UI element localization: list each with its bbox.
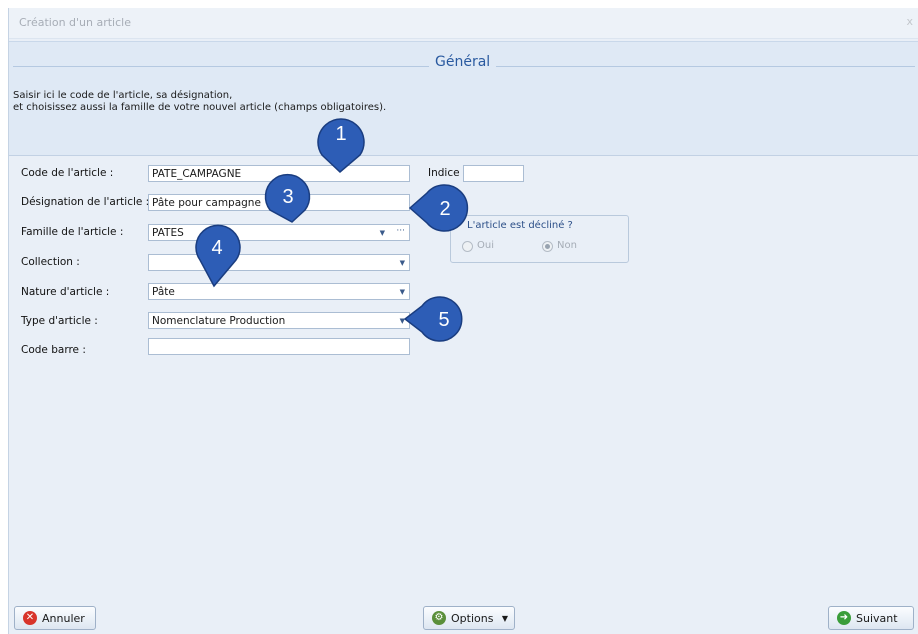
chevron-down-icon[interactable]: ▼ — [380, 229, 385, 237]
options-icon: ⚙ — [432, 611, 446, 625]
next-button[interactable]: ➜ Suivant — [828, 606, 914, 630]
nature-label: Nature d'article : — [21, 286, 110, 298]
nature-select[interactable]: Pâte ▼ — [148, 283, 410, 300]
designation-field[interactable]: Pâte pour campagne — [148, 194, 410, 211]
next-label: Suivant — [856, 612, 898, 625]
codebarre-label: Code barre : — [21, 344, 86, 356]
declinaison-group: L'article est décliné ? Oui Non — [450, 215, 629, 263]
oui-label: Oui — [477, 240, 494, 251]
options-label: Options — [451, 612, 494, 625]
famille-label: Famille de l'article : — [21, 226, 124, 238]
description-line-1: Saisir ici le code de l'article, sa dési… — [13, 90, 233, 101]
chevron-down-icon[interactable]: ▼ — [400, 259, 405, 267]
section-title: Général — [429, 54, 497, 70]
arrow-right-icon: ➜ — [837, 611, 851, 625]
collection-select[interactable]: ▼ — [148, 254, 410, 271]
codebarre-field[interactable] — [148, 338, 410, 355]
dropdown-icon: ▼ — [501, 614, 508, 623]
non-label: Non — [557, 240, 577, 251]
type-label: Type d'article : — [21, 315, 98, 327]
chevron-down-icon[interactable]: ▼ — [400, 317, 405, 325]
declinaison-title: L'article est décliné ? — [467, 220, 573, 231]
type-value: Nomenclature Production — [152, 315, 286, 327]
dialog-window: Création d'un article x Général Saisir i… — [8, 8, 918, 634]
indice-label: Indice : — [428, 167, 467, 179]
more-icon[interactable]: ··· — [396, 226, 405, 236]
famille-value: PATES — [152, 227, 184, 239]
indice-field[interactable] — [463, 165, 524, 182]
description-line-2: et choisissez aussi la famille de votre … — [13, 102, 387, 113]
famille-select[interactable]: PATES ▼ ··· — [148, 224, 410, 241]
chevron-down-icon[interactable]: ▼ — [400, 288, 405, 296]
code-field[interactable]: PATE_CAMPAGNE — [148, 165, 410, 182]
close-icon[interactable]: x — [906, 15, 913, 28]
code-label: Code de l'article : — [21, 167, 114, 179]
radio-non[interactable] — [542, 241, 553, 252]
options-button[interactable]: ⚙ Options ▼ — [423, 606, 515, 630]
radio-oui[interactable] — [462, 241, 473, 252]
cancel-icon: ✕ — [23, 611, 37, 625]
designation-label: Désignation de l'article : — [21, 196, 150, 208]
code-value: PATE_CAMPAGNE — [152, 168, 242, 180]
section-description: Saisir ici le code de l'article, sa dési… — [13, 90, 386, 114]
nature-value: Pâte — [152, 286, 175, 298]
designation-value: Pâte pour campagne — [152, 197, 261, 209]
collection-label: Collection : — [21, 256, 80, 268]
type-select[interactable]: Nomenclature Production ▼ — [148, 312, 410, 329]
cancel-label: Annuler — [42, 612, 85, 625]
cancel-button[interactable]: ✕ Annuler — [14, 606, 96, 630]
title-bar: Création d'un article x — [9, 8, 918, 39]
section-header: Général Saisir ici le code de l'article,… — [9, 41, 918, 156]
window-title: Création d'un article — [19, 16, 131, 29]
